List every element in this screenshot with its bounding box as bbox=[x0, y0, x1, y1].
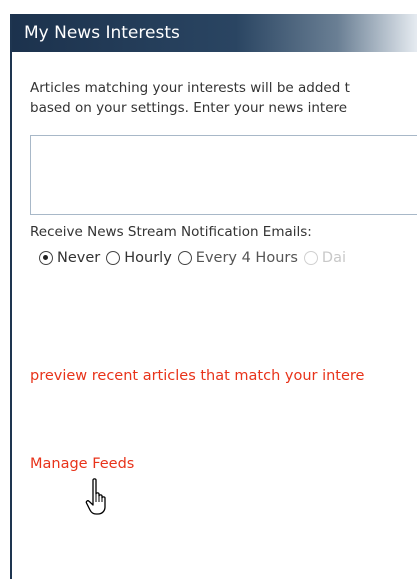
radio-hourly[interactable]: Hourly bbox=[106, 250, 172, 266]
radio-selected-icon bbox=[39, 251, 53, 265]
manage-feeds-link[interactable]: Manage Feeds bbox=[30, 456, 134, 472]
notification-frequency-group: Never Hourly Every 4 Hours Dai bbox=[39, 250, 352, 266]
radio-every-4-hours-label: Every 4 Hours bbox=[195, 250, 298, 266]
radio-daily[interactable]: Dai bbox=[303, 250, 347, 266]
description: Articles matching your interests will be… bbox=[30, 78, 417, 118]
radio-hourly-label: Hourly bbox=[124, 250, 172, 266]
news-interests-input[interactable] bbox=[30, 135, 417, 215]
radio-daily-label: Dai bbox=[321, 250, 347, 266]
radio-unselected-icon bbox=[177, 251, 192, 265]
description-line-1: Articles matching your interests will be… bbox=[30, 80, 350, 96]
radio-every-4-hours[interactable]: Every 4 Hours bbox=[177, 250, 298, 266]
radio-unselected-icon bbox=[106, 251, 121, 265]
preview-articles-link[interactable]: preview recent articles that match your … bbox=[30, 368, 364, 384]
radio-never-label: Never bbox=[57, 250, 101, 266]
description-line-2: based on your settings. Enter your news … bbox=[30, 100, 348, 116]
radio-never[interactable]: Never bbox=[39, 250, 100, 266]
panel-title: My News Interests bbox=[12, 14, 417, 52]
radio-unselected-icon bbox=[303, 251, 318, 265]
hand-pointer-icon bbox=[85, 478, 106, 515]
notification-label: Receive News Stream Notification Emails: bbox=[30, 224, 312, 240]
